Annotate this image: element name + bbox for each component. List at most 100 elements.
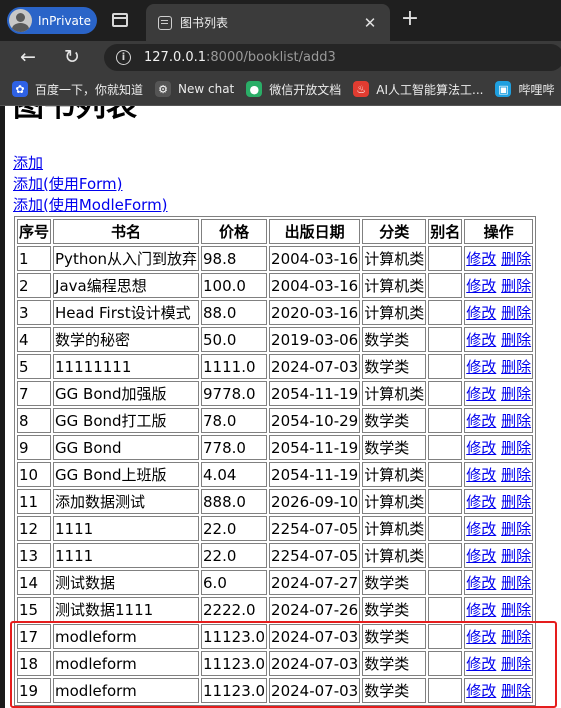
cell-price: 4.04 [201, 462, 268, 487]
cell-id: 13 [17, 543, 52, 568]
table-row: 19 modleform 11123.0 2024-07-03 数学类 修改 删除 [17, 678, 534, 703]
cell-category: 数学类 [362, 678, 427, 703]
add-link[interactable]: 添加 [13, 153, 43, 174]
delete-link[interactable]: 删除 [501, 682, 531, 700]
cell-title: 测试数据1111 [53, 597, 200, 622]
cell-price: 1111.0 [201, 354, 268, 379]
delete-link[interactable]: 删除 [501, 493, 531, 511]
cell-actions: 修改 删除 [464, 435, 534, 460]
cell-price: 11123.0 [201, 624, 268, 649]
cell-title: Python从入门到放弃 [53, 246, 200, 271]
bookmark-item[interactable]: ▣ 哔哩哔 [495, 81, 555, 98]
edit-link[interactable]: 修改 [466, 601, 496, 619]
address-bar[interactable]: i 127.0.0.1 :8000/booklist/add3 [104, 44, 561, 71]
cell-price: 9778.0 [201, 381, 268, 406]
flame-icon: ♨ [353, 81, 370, 97]
edit-link[interactable]: 修改 [466, 628, 496, 646]
close-tab-icon[interactable]: ✕ [360, 14, 380, 32]
cell-category: 计算机类 [362, 300, 427, 325]
tab-booklist[interactable]: 图书列表 ✕ [146, 4, 390, 41]
edit-link[interactable]: 修改 [466, 493, 496, 511]
cell-actions: 修改 删除 [464, 516, 534, 541]
cell-alias [428, 462, 463, 487]
tab-title: 图书列表 [180, 16, 229, 30]
table-row: 5 11111111 1111.0 2024-07-03 数学类 修改 删除 [17, 354, 534, 379]
edit-link[interactable]: 修改 [466, 682, 496, 700]
cell-title: Head First设计模式 [53, 300, 200, 325]
edit-link[interactable]: 修改 [466, 466, 496, 484]
cell-actions: 修改 删除 [464, 624, 534, 649]
delete-link[interactable]: 删除 [501, 439, 531, 457]
delete-link[interactable]: 删除 [501, 331, 531, 349]
edit-link[interactable]: 修改 [466, 385, 496, 403]
cell-alias [428, 516, 463, 541]
edit-link[interactable]: 修改 [466, 304, 496, 322]
delete-link[interactable]: 删除 [501, 601, 531, 619]
cell-alias [428, 354, 463, 379]
cell-id: 9 [17, 435, 52, 460]
delete-link[interactable]: 删除 [501, 250, 531, 268]
cell-title: 1111 [53, 516, 200, 541]
header-price: 价格 [201, 219, 268, 244]
bookmark-item[interactable]: ✿ 百度一下，你就知道 [12, 81, 143, 98]
new-tab-button[interactable]: + [398, 7, 422, 31]
bookmark-item[interactable]: ● 微信开放文档 [246, 81, 341, 98]
header-alias: 别名 [428, 219, 463, 244]
delete-link[interactable]: 删除 [501, 358, 531, 376]
avatar [9, 9, 32, 32]
edit-link[interactable]: 修改 [466, 655, 496, 673]
cell-title: GG Bond [53, 435, 200, 460]
delete-link[interactable]: 删除 [501, 574, 531, 592]
cell-date: 2054-11-19 [269, 462, 361, 487]
cell-alias [428, 300, 463, 325]
delete-link[interactable]: 删除 [501, 520, 531, 538]
cell-id: 2 [17, 273, 52, 298]
delete-link[interactable]: 删除 [501, 385, 531, 403]
site-info-icon[interactable]: i [116, 50, 131, 65]
edit-link[interactable]: 修改 [466, 547, 496, 565]
delete-link[interactable]: 删除 [501, 277, 531, 295]
reload-button[interactable]: ↻ [59, 45, 85, 69]
edit-link[interactable]: 修改 [466, 250, 496, 268]
cell-actions: 修改 删除 [464, 570, 534, 595]
url-path: :8000/booklist/add3 [206, 50, 336, 65]
table-row: 9 GG Bond 778.0 2054-11-19 数学类 修改 删除 [17, 435, 534, 460]
browser-tab-bar: InPrivate 图书列表 ✕ + [0, 0, 561, 41]
edit-link[interactable]: 修改 [466, 331, 496, 349]
cell-id: 19 [17, 678, 52, 703]
delete-link[interactable]: 删除 [501, 412, 531, 430]
cell-date: 2024-07-27 [269, 570, 361, 595]
cell-title: 11111111 [53, 354, 200, 379]
cell-actions: 修改 删除 [464, 597, 534, 622]
profile-button[interactable]: InPrivate [7, 7, 97, 34]
bookmark-item[interactable]: ⚙ New chat [155, 81, 234, 97]
bookmark-item[interactable]: ♨ AI人工智能算法工... [353, 81, 483, 98]
cell-category: 计算机类 [362, 381, 427, 406]
tab-actions-icon[interactable] [112, 13, 128, 27]
add-modelform-link[interactable]: 添加(使用ModleForm) [13, 195, 168, 216]
delete-link[interactable]: 删除 [501, 547, 531, 565]
cell-alias [428, 327, 463, 352]
cell-alias [428, 651, 463, 676]
edit-link[interactable]: 修改 [466, 520, 496, 538]
add-form-link[interactable]: 添加(使用Form) [13, 174, 123, 195]
cell-price: 11123.0 [201, 651, 268, 676]
cell-date: 2054-11-19 [269, 435, 361, 460]
cell-id: 11 [17, 489, 52, 514]
cell-price: 22.0 [201, 516, 268, 541]
delete-link[interactable]: 删除 [501, 655, 531, 673]
cell-date: 2020-03-16 [269, 300, 361, 325]
edit-link[interactable]: 修改 [466, 412, 496, 430]
cell-actions: 修改 删除 [464, 489, 534, 514]
page-favicon-icon [158, 15, 172, 30]
edit-link[interactable]: 修改 [466, 277, 496, 295]
delete-link[interactable]: 删除 [501, 628, 531, 646]
delete-link[interactable]: 删除 [501, 466, 531, 484]
edit-link[interactable]: 修改 [466, 574, 496, 592]
delete-link[interactable]: 删除 [501, 304, 531, 322]
back-button[interactable]: ← [15, 45, 41, 69]
edit-link[interactable]: 修改 [466, 439, 496, 457]
edit-link[interactable]: 修改 [466, 358, 496, 376]
cell-actions: 修改 删除 [464, 543, 534, 568]
wechat-icon: ● [246, 81, 263, 97]
